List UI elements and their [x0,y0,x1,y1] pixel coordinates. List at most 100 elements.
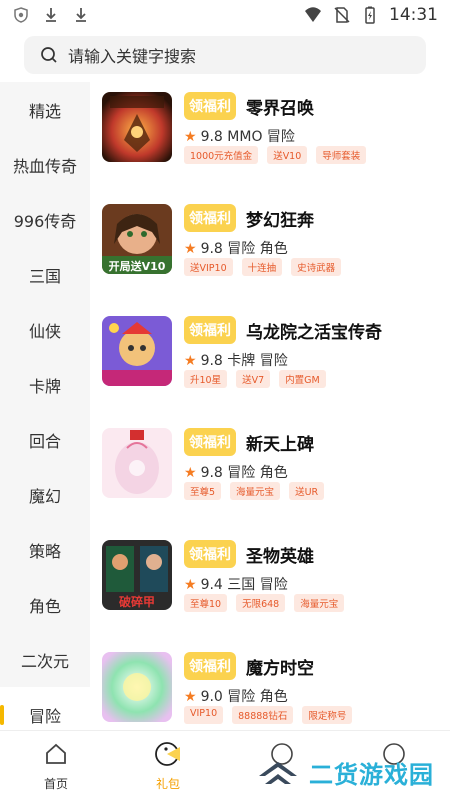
tag: 海量元宝 [230,482,281,500]
game-thumbnail[interactable] [102,428,172,498]
get-welfare-button[interactable]: 领福利 [184,92,236,120]
game-thumbnail[interactable] [102,92,172,162]
sidebar-item-label: 卡牌 [28,376,61,396]
game-list: 领福利 零界召唤 ★ 9.8 MMO 冒险 1000元充值金 送V10 导师套装 … [90,82,450,730]
game-thumbnail[interactable]: 破碎甲 [102,540,172,610]
game-meta: ★ 9.0 冒险 角色 [184,686,288,706]
tag: 1000元充值金 [184,146,259,164]
list-item[interactable]: 破碎甲 领福利 圣物英雄 ★ 9.4 三国 冒险 至尊10 无限648 海量元宝 [90,530,450,642]
game-genres: 冒险 角色 [227,689,288,705]
sidebar-item-featured[interactable]: 精选 [0,82,90,137]
tag: 至尊10 [184,594,228,612]
game-genres: 冒险 角色 [227,465,288,481]
sidebar-item-rpg[interactable]: 角色 [0,577,90,632]
game-meta: ★ 9.8 冒险 角色 [184,238,288,258]
sidebar-item-strategy[interactable]: 策略 [0,522,90,577]
get-welfare-button[interactable]: 领福利 [184,204,236,232]
tag: 限定称号 [302,706,353,724]
sidebar-item-label: 角色 [28,596,61,616]
home-icon [46,743,66,764]
sidebar-item-turn-based[interactable]: 回合 [0,412,90,467]
get-welfare-button[interactable]: 领福利 [184,652,236,680]
star-icon: ★ [184,353,197,369]
sidebar-item-label: 策略 [28,541,61,561]
watermark: 二货游戏园 [255,755,434,790]
sidebar-item-label: 冒险 [28,706,61,726]
star-icon: ★ [184,129,197,145]
download-icon [46,8,56,22]
star-icon: ★ [184,241,197,257]
game-rating: 9.4 [200,577,223,593]
sidebar-item-996-legend[interactable]: 996传奇 [0,192,90,247]
sidebar-item-xianxia[interactable]: 仙侠 [0,302,90,357]
game-tags: 送VIP10 十连抽 史诗武器 [184,258,342,276]
list-item[interactable]: 开局送V10 领福利 梦幻狂奔 ★ 9.8 冒险 角色 送VIP10 十连抽 史诗… [90,194,450,306]
nav-home-label: 首页 [43,777,68,791]
game-thumbnail[interactable]: 开局送V10 [102,204,172,274]
gift-pacman-icon [155,742,180,766]
game-rating: 9.0 [200,689,223,705]
tag: 至尊5 [184,482,222,500]
tag: 升10星 [184,370,228,388]
game-genres: 冒险 角色 [227,241,288,257]
list-item[interactable]: 领福利 魔方时空 ★ 9.0 冒险 角色 VIP10 88888钻石 限定称号 [90,642,450,730]
list-item[interactable]: 领福利 乌龙院之活宝传奇 ★ 9.8 卡牌 冒险 升10星 送V7 内置GM [90,306,450,418]
game-genres: 三国 冒险 [227,577,288,593]
watermark-logo-icon [259,761,297,784]
tag: 史诗武器 [291,258,342,276]
tag: VIP10 [184,706,224,724]
sidebar-item-three-kingdoms[interactable]: 三国 [0,247,90,302]
tag: 导师套装 [316,146,367,164]
sidebar-item-label: 996传奇 [13,211,77,231]
nav-gift-label: 礼包 [155,777,180,791]
clock: 14:31 [389,5,438,25]
sidebar-item-label: 回合 [28,431,61,451]
tag: 送VIP10 [184,258,233,276]
watermark-text: 二货游戏园 [309,761,434,789]
game-tags: 至尊5 海量元宝 送UR [184,482,325,500]
search-bar[interactable]: 请输入关键字搜索 [24,36,426,74]
get-welfare-button[interactable]: 领福利 [184,428,236,456]
thumb-label: 开局送V10 [109,259,166,273]
category-sidebar: 精选 热血传奇 996传奇 三国 仙侠 卡牌 回合 魔幻 策略 角色 二次元 冒… [0,82,90,742]
tag: 送UR [289,482,325,500]
get-welfare-button[interactable]: 领福利 [184,316,236,344]
nav-gift[interactable]: 礼包 [138,741,198,792]
sidebar-item-label: 二次元 [20,651,69,671]
game-rating: 9.8 [200,465,223,481]
star-icon: ★ [184,465,197,481]
list-item[interactable]: 领福利 零界召唤 ★ 9.8 MMO 冒险 1000元充值金 送V10 导师套装 [90,82,450,194]
tag: 无限648 [236,594,286,612]
download-icon-2 [76,8,86,22]
game-tags: 至尊10 无限648 海量元宝 [184,594,345,612]
game-name: 圣物英雄 [246,547,314,567]
game-name: 零界召唤 [246,99,314,119]
game-rating: 9.8 [200,353,223,369]
tag: 88888钻石 [232,706,294,724]
game-thumbnail[interactable] [102,652,172,722]
sidebar-item-legend[interactable]: 热血传奇 [0,137,90,192]
battery-icon [365,6,375,24]
tag: 十连抽 [241,258,283,276]
sidebar-item-anime[interactable]: 二次元 [0,632,90,687]
game-thumbnail[interactable] [102,316,172,386]
status-bar: 14:31 [0,0,450,30]
sidebar-item-label: 三国 [28,266,61,286]
game-name: 新天上碑 [246,435,314,455]
sidebar-item-label: 仙侠 [28,321,61,341]
game-name: 梦幻狂奔 [246,211,314,231]
game-genres: MMO 冒险 [227,129,295,145]
sidebar-item-fantasy[interactable]: 魔幻 [0,467,90,522]
game-meta: ★ 9.4 三国 冒险 [184,574,288,594]
shield-notification-icon [14,7,28,23]
sidebar-item-card[interactable]: 卡牌 [0,357,90,412]
search-icon [41,47,57,63]
game-tags: 升10星 送V7 内置GM [184,370,326,388]
nav-home[interactable]: 首页 [26,741,86,792]
get-welfare-button[interactable]: 领福利 [184,540,236,568]
list-item[interactable]: 领福利 新天上碑 ★ 9.8 冒险 角色 至尊5 海量元宝 送UR [90,418,450,530]
game-name: 乌龙院之活宝传奇 [246,323,382,343]
game-rating: 9.8 [200,129,223,145]
game-rating: 9.8 [200,241,223,257]
tag: 海量元宝 [294,594,345,612]
